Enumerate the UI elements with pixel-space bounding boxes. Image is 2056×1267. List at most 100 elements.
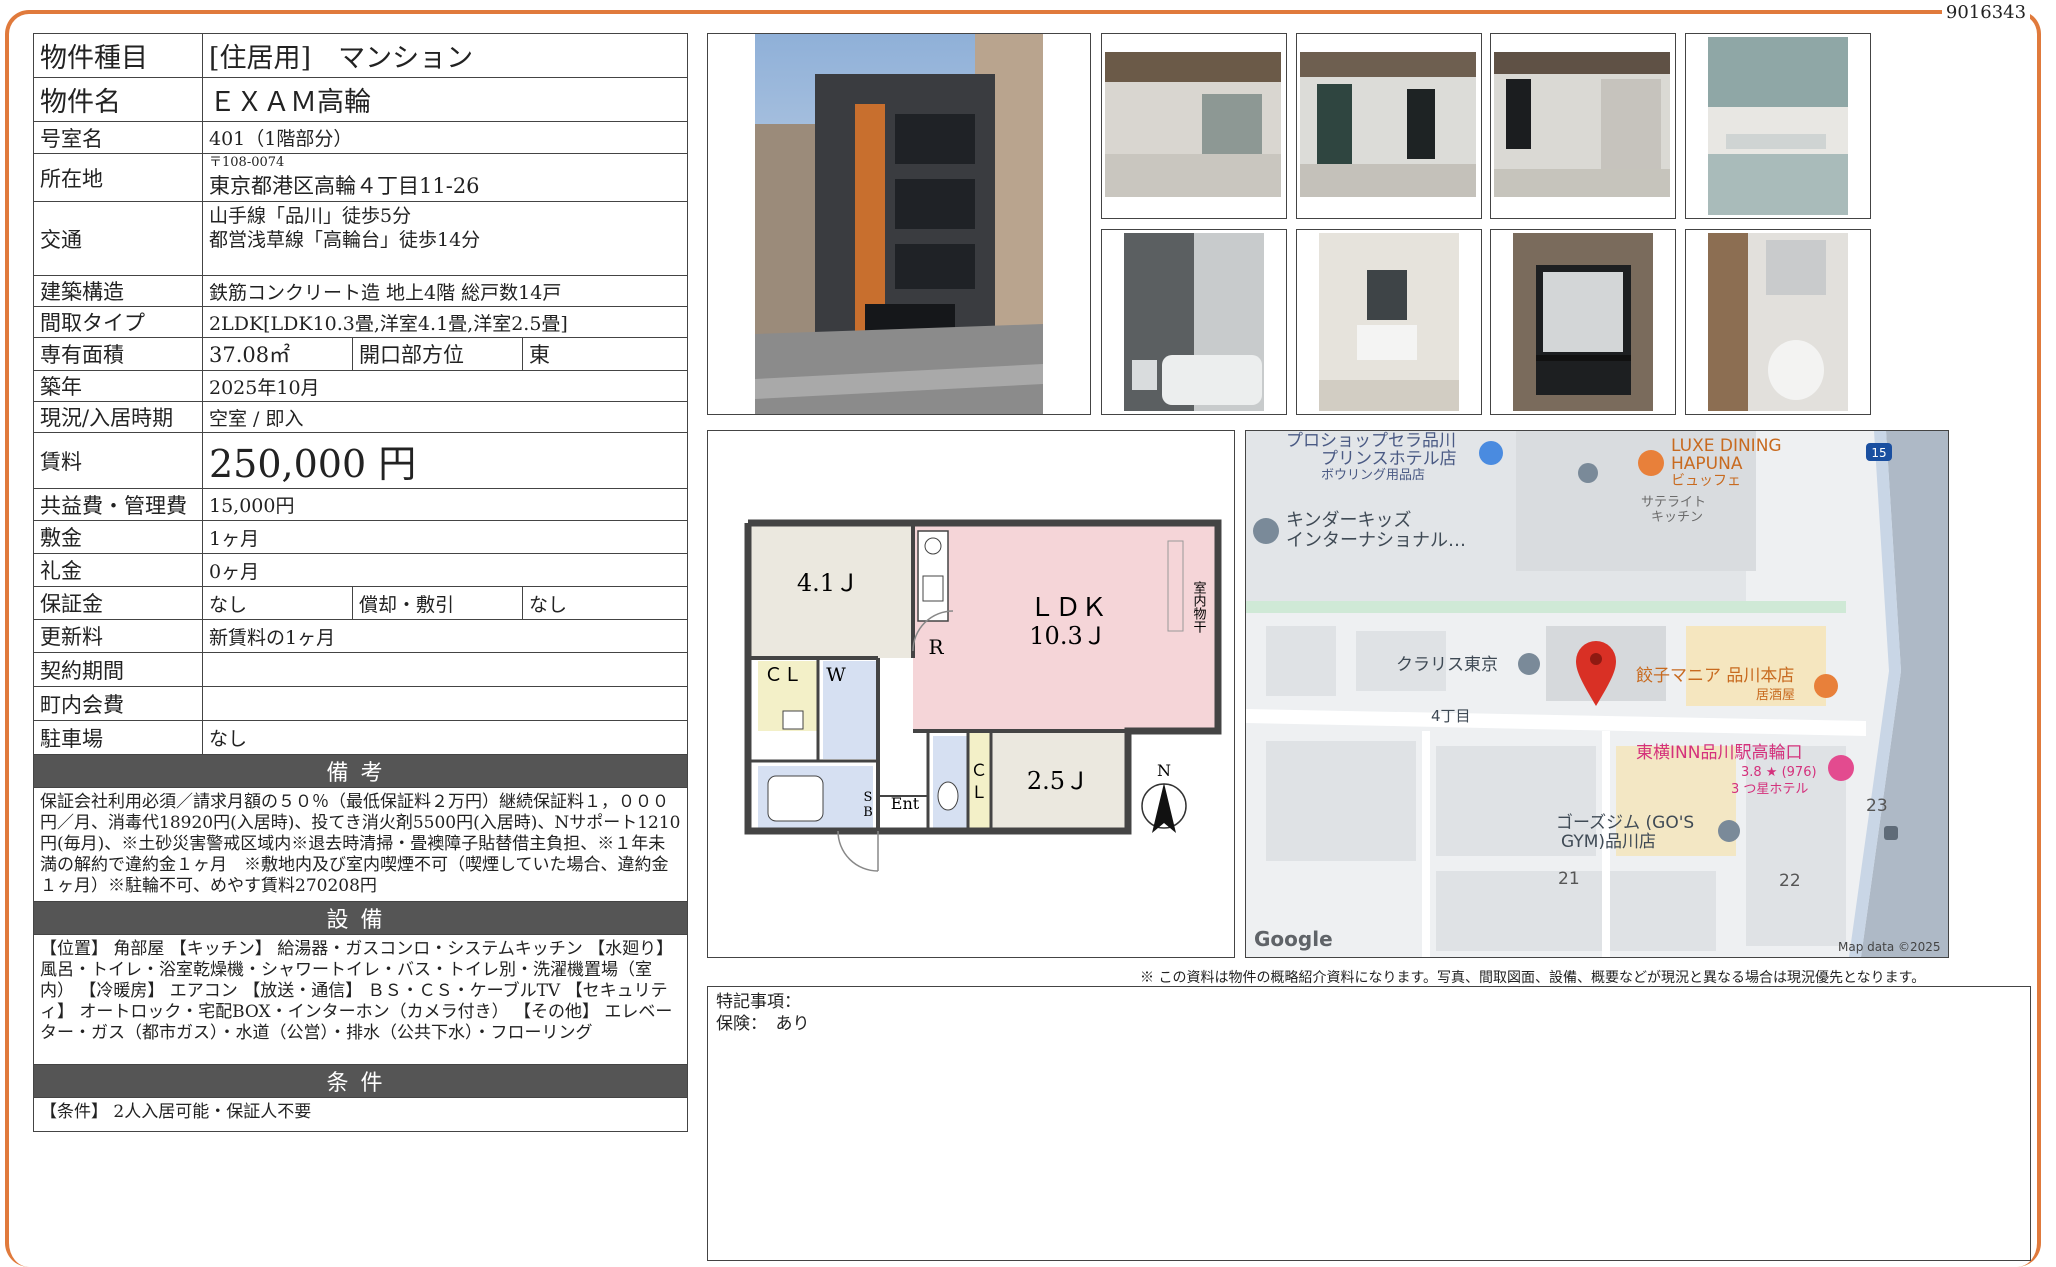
row-fee: 共益費・管理費 15,000円 — [33, 488, 688, 521]
interior-room-photo — [1300, 52, 1476, 197]
equipment-text: 【位置】 角部屋 【キッチン】 給湯器・ガスコンロ・システムキッチン 【水廻り】… — [33, 934, 688, 1065]
value-built: 2025年10月 — [202, 370, 688, 402]
value-name: ＥＸＡＭ高輪 — [202, 77, 688, 122]
label-area: 専有面積 — [33, 337, 203, 371]
school-icon[interactable] — [1253, 518, 1279, 544]
map-attribution: Map data ©2025 — [1838, 940, 1941, 954]
fp-sb-label-1: S — [864, 790, 873, 805]
restaurant-icon — [1578, 463, 1598, 483]
row-built: 築年 2025年10月 — [33, 370, 688, 402]
value-direction: 東 — [522, 337, 688, 371]
row-type: 物件種目 [住居用] マンション — [33, 33, 688, 78]
row-access: 交通 山手線「品川」徒歩5分 都営浅草線「高輪台」徒歩14分 — [33, 201, 688, 276]
row-room: 号室名 401（1階部分） — [33, 121, 688, 154]
row-name: 物件名 ＥＸＡＭ高輪 — [33, 77, 688, 122]
row-structure: 建築構造 鉄筋コンクリート造 地上4階 総戸数14戸 — [33, 275, 688, 307]
address-text: 東京都港区高輪４丁目11-26 — [209, 173, 480, 198]
fp-ldk-label: ＬＤＫ — [1029, 593, 1107, 623]
insurance-note: 保険： あり — [716, 1014, 810, 1034]
conditions-header: 条件 — [33, 1064, 688, 1098]
fork-knife-icon[interactable] — [1638, 450, 1664, 476]
map-poi-2c: ビュッフェ — [1671, 473, 1741, 489]
row-status: 現況/入居時期 空室 / 即入 — [33, 401, 688, 433]
label-room: 号室名 — [33, 121, 203, 154]
value-room: 401（1階部分） — [202, 121, 688, 154]
location-map[interactable]: プロショップセラ品川 プリンスホテル店 ボウリング用品店 LUXE DINING… — [1245, 430, 1949, 958]
label-access: 交通 — [33, 201, 203, 276]
interior-photo-8 — [1685, 229, 1871, 415]
value-type: [住居用] マンション — [202, 33, 688, 78]
row-cond-head: 条件 — [33, 1064, 688, 1098]
row-association: 町内会費 — [33, 686, 688, 721]
interior-photo-6 — [1296, 229, 1482, 415]
floor-plan-drawing: 4.1Ｊ ＬＤＫ 10.3Ｊ 2.5Ｊ 室内物干 R ＣＬ W Ｃ Ｌ S B … — [744, 519, 1222, 872]
google-logo: Google — [1254, 927, 1333, 951]
row-equip-head: 設備 — [33, 901, 688, 935]
interior-closet-photo — [1494, 52, 1670, 197]
value-deposit: 1ヶ月 — [202, 520, 688, 554]
value-contract — [202, 652, 688, 687]
disclaimer-note: ※ この資料は物件の概略紹介資料になります。写真、間取図面、設備、概要などが現況… — [1140, 970, 1926, 986]
map-poi-6b: 居酒屋 — [1756, 688, 1795, 703]
map-drawing: プロショップセラ品川 プリンスホテル店 ボウリング用品店 LUXE DINING… — [1246, 431, 1948, 957]
row-remarks: 保証会社利用必須／請求月額の５０％（最低保証料２万円）継続保証料１，０００円／月… — [33, 787, 688, 902]
interior-bath-photo — [1124, 233, 1264, 411]
document-id: 9016343 — [1942, 0, 2030, 26]
map-poi-4a: キンダーキッズ — [1286, 510, 1411, 531]
map-poi-3b: キッチン — [1651, 510, 1703, 525]
route-number: 15 — [1871, 446, 1886, 460]
hotel-bed-icon[interactable] — [1828, 755, 1854, 781]
label-guarantee: 保証金 — [33, 586, 203, 620]
label-name: 物件名 — [33, 77, 203, 122]
map-poi-7c: 3 つ星ホテル — [1731, 782, 1808, 797]
special-notes-label: 特記事項： — [716, 992, 801, 1012]
fp-room1-label: 4.1Ｊ — [797, 569, 859, 597]
fp-room2-label: 2.5Ｊ — [1027, 767, 1089, 795]
map-block-21: 21 — [1558, 869, 1580, 889]
value-parking: なし — [202, 720, 688, 755]
value-layout: 2LDK[LDK10.3畳,洋室4.1畳,洋室2.5畳] — [202, 306, 688, 338]
building-photo-frame — [707, 33, 1091, 415]
conditions-text: 【条件】 2人入居可能・保証人不要 — [33, 1097, 688, 1132]
bus-stop-icon — [1884, 826, 1898, 840]
map-poi-6a: 餃子マニア 品川本店 — [1636, 666, 1794, 686]
interior-washroom-photo — [1319, 233, 1459, 411]
izakaya-icon[interactable] — [1814, 674, 1838, 698]
fp-cl2-label-2: Ｌ — [971, 783, 988, 803]
label-structure: 建築構造 — [33, 275, 203, 307]
building-exterior-photo — [755, 34, 1043, 414]
map-poi-7b: 3.8 ★ (976) — [1741, 765, 1817, 780]
label-rent: 賃料 — [33, 432, 203, 489]
row-deposit: 敷金 1ヶ月 — [33, 520, 688, 554]
interior-photo-1 — [1101, 33, 1287, 219]
hotel-icon[interactable] — [1518, 653, 1540, 675]
north-arrow-icon — [1141, 783, 1187, 833]
fp-cl-label: ＣＬ — [764, 664, 802, 686]
value-rent: 250,000 円 — [202, 432, 688, 489]
interior-ldk-photo — [1102, 34, 1286, 218]
label-address: 所在地 — [33, 153, 203, 202]
row-key-money: 礼金 0ヶ月 — [33, 553, 688, 587]
map-street-label: 4丁目 — [1431, 707, 1471, 725]
equipment-header: 設備 — [33, 901, 688, 935]
fp-cl2-label-1: Ｃ — [971, 761, 988, 781]
map-block-23: 23 — [1866, 796, 1888, 816]
floor-plan: 4.1Ｊ ＬＤＫ 10.3Ｊ 2.5Ｊ 室内物干 R ＣＬ W Ｃ Ｌ S B … — [707, 430, 1235, 958]
gym-icon[interactable] — [1718, 820, 1740, 842]
row-contract: 契約期間 — [33, 652, 688, 687]
label-type: 物件種目 — [33, 33, 203, 78]
value-area: 37.08㎡ — [202, 337, 353, 371]
fp-ent-label: Ent — [891, 794, 920, 813]
map-poi-1c: ボウリング用品店 — [1321, 468, 1425, 483]
postal-code: 〒108-0074 — [209, 154, 285, 170]
label-contract: 契約期間 — [33, 652, 203, 687]
row-area: 専有面積 37.08㎡ 開口部方位 東 — [33, 337, 688, 371]
interior-toilet-photo — [1708, 233, 1848, 411]
remarks-header: 備考 — [33, 754, 688, 788]
map-poi-2a: LUXE DINING — [1671, 436, 1782, 456]
row-renewal: 更新料 新賃料の1ヶ月 — [33, 619, 688, 653]
special-notes-box: 特記事項： 保険： あり — [707, 986, 2031, 1261]
value-association — [202, 686, 688, 721]
fp-laundry-label: 室内物干 — [1191, 580, 1207, 633]
value-amortization: なし — [522, 586, 688, 620]
